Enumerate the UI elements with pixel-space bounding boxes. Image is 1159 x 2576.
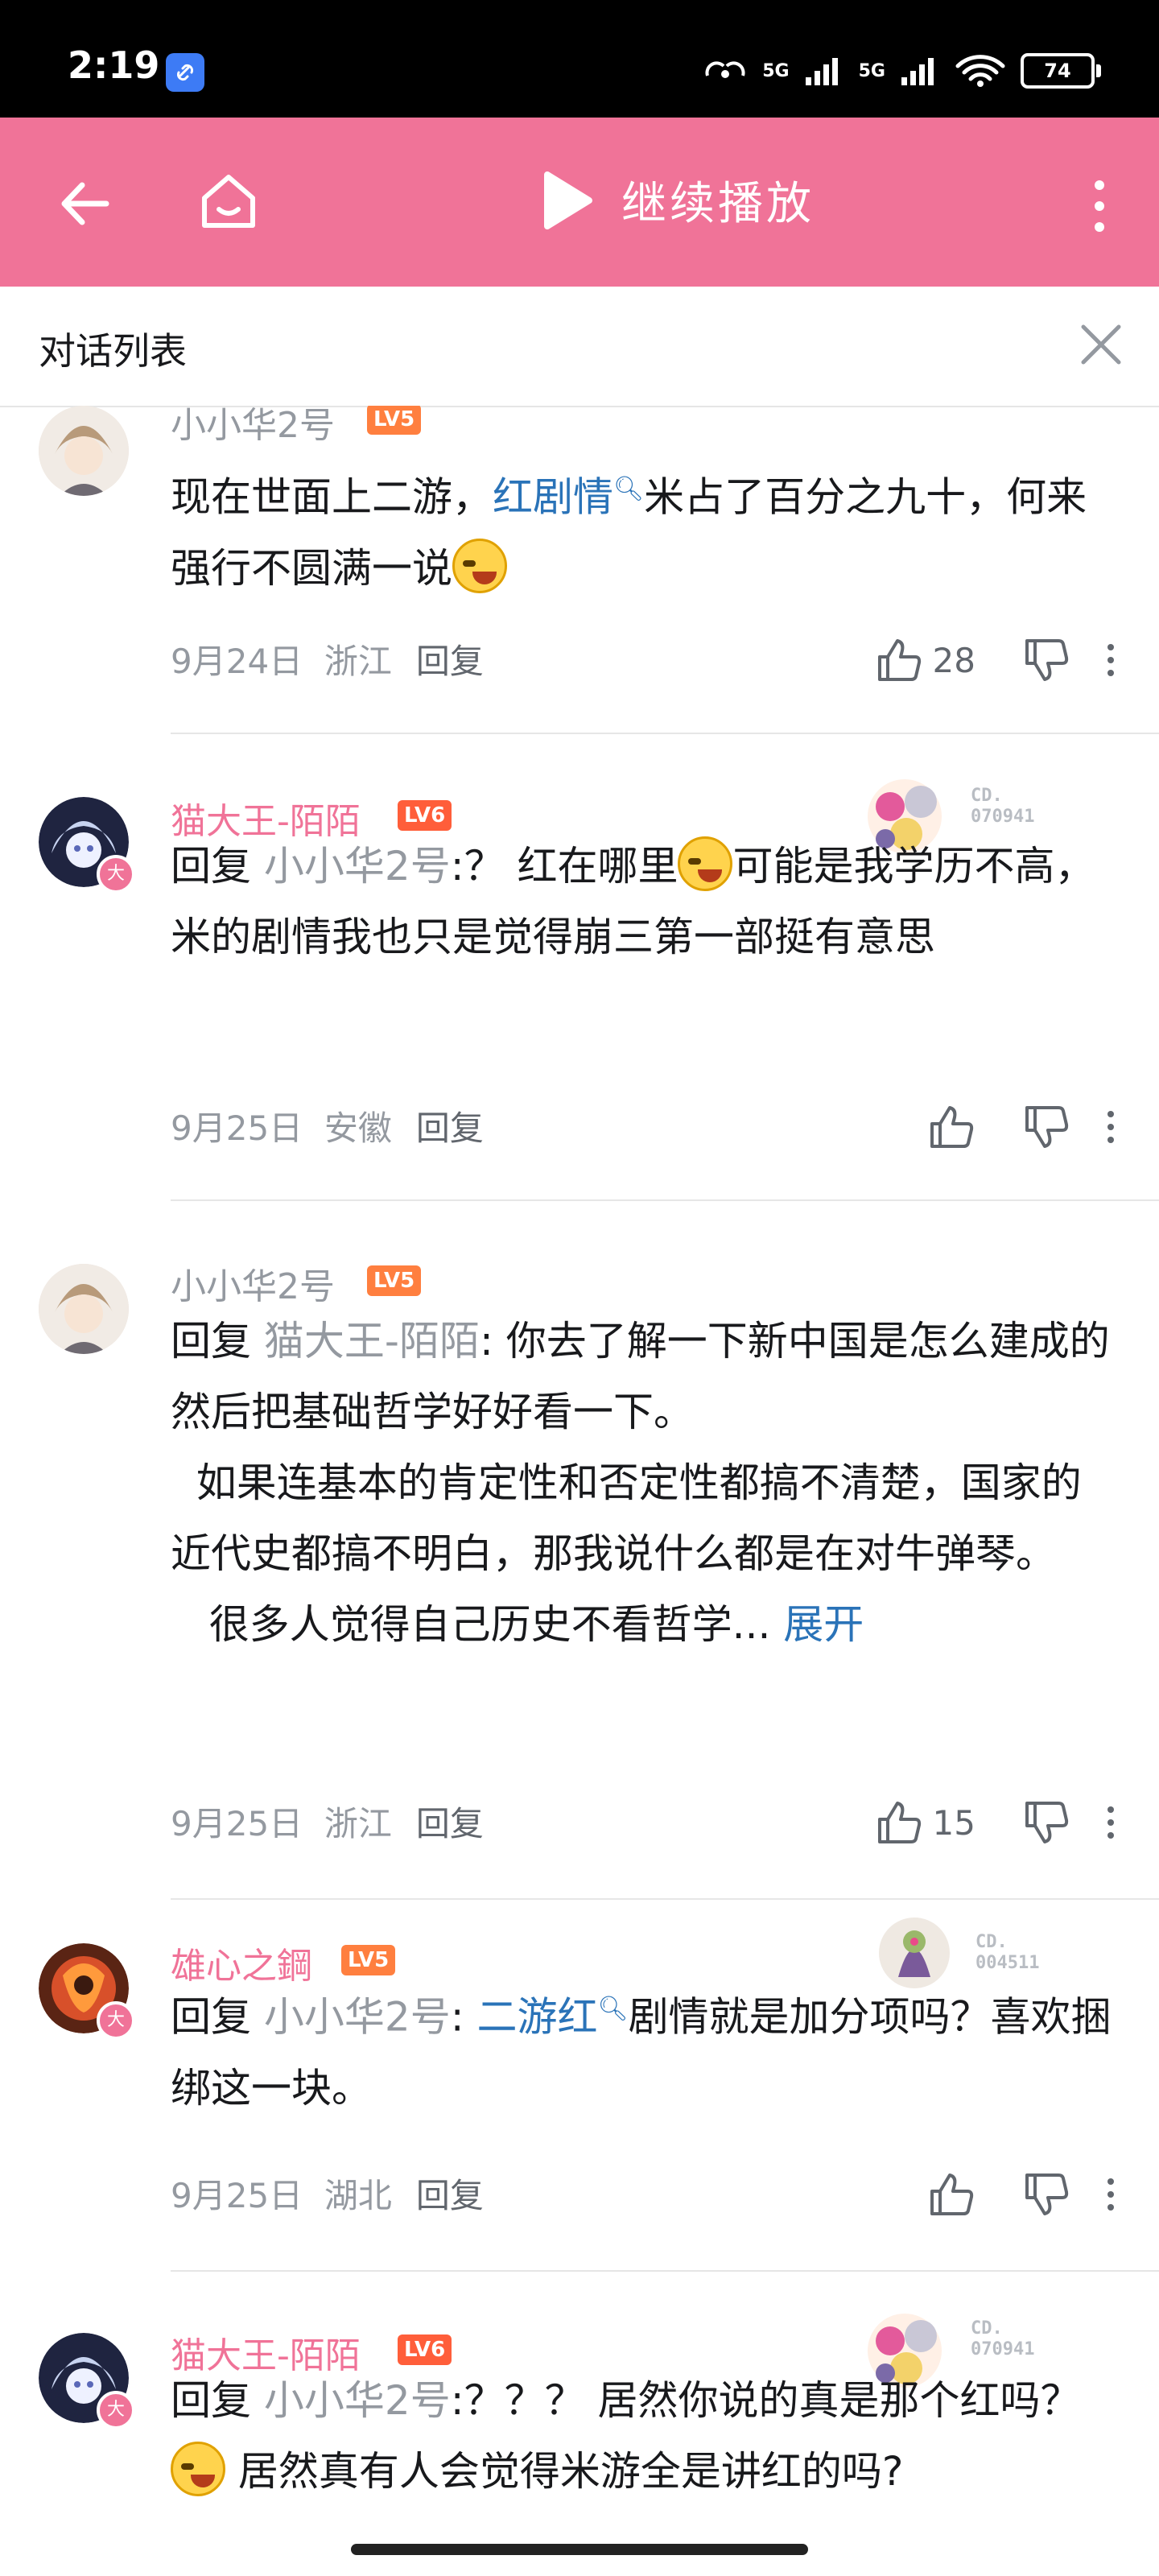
search-icon: 🔍︎ — [613, 475, 645, 503]
laugh-emoji-icon — [678, 836, 733, 891]
signal-icon-1 — [805, 58, 838, 85]
level-badge: LV5 — [367, 406, 422, 435]
comment-meta: 9月25日 安徽 回复 — [171, 1108, 484, 1148]
username[interactable]: 小小华2号 — [171, 1257, 335, 1309]
like-icon[interactable] — [875, 1798, 923, 1847]
laugh-emoji-icon — [171, 2442, 225, 2496]
comment-list[interactable]: 小小华2号 LV5 现在世面上二游，红剧情🔍︎米占了百分之九十，何来强行不圆满一… — [0, 406, 1159, 2576]
reply-mention[interactable]: 小小华2号 — [264, 1994, 451, 2041]
more-options-icon[interactable] — [1101, 636, 1120, 684]
status-bar: 2:19 5G 5G 74 — [0, 0, 1159, 118]
reply-button[interactable]: 回复 — [416, 1804, 484, 1843]
wifi-icon — [955, 55, 1005, 87]
keyword-link[interactable]: 红剧情 — [493, 474, 613, 521]
close-icon[interactable] — [1075, 319, 1127, 370]
dislike-icon[interactable] — [1022, 1103, 1070, 1151]
panel-title: 对话列表 — [39, 329, 187, 373]
conversation-panel-header: 对话列表 — [0, 287, 1159, 407]
expand-link[interactable]: 展开 — [783, 1601, 864, 1648]
comment-actions — [927, 2170, 1120, 2219]
like-icon[interactable] — [875, 636, 923, 684]
avatar-badge: 大 — [97, 2391, 135, 2429]
signal-icon-2 — [901, 58, 934, 85]
reply-button[interactable]: 回复 — [416, 642, 484, 681]
avatar-badge: 大 — [97, 2001, 135, 2040]
divider — [171, 1199, 1159, 1201]
level-badge: LV5 — [341, 1945, 396, 1975]
keyword-link[interactable]: 二游红 — [476, 1994, 597, 2041]
divider — [171, 733, 1159, 734]
comment-text: 现在世面上二游，红剧情🔍︎米占了百分之九十，何来强行不圆满一说 — [171, 473, 1087, 593]
comment-actions — [927, 1103, 1120, 1151]
dislike-icon[interactable] — [1022, 636, 1070, 684]
comment-meta: 9月25日 浙江 回复 — [171, 1804, 484, 1843]
back-arrow-icon[interactable] — [56, 175, 113, 232]
like-count: 28 — [932, 640, 975, 680]
fan-badge-code: CD. 070941 — [971, 2318, 1035, 2359]
comment-text: 回复 小小华2号:？ 红在哪里 可能是我学历不高，米的剧情我也只是觉得崩三第一部挺… — [171, 831, 1120, 972]
more-menu-icon[interactable] — [1083, 174, 1116, 238]
comment-text: 回复 小小华2号:？？？ 居然你说的真是那个红吗？ 居然真有人会觉得米游全是讲红… — [171, 2377, 1081, 2496]
comment-text: 回复 猫大王-陌陌: 你去了解一下新中国是怎么建成的然后把基础哲学好好看一下。 … — [171, 1318, 1110, 1648]
fan-badge-code: CD. 070941 — [971, 786, 1035, 827]
top-bar: 继续播放 — [0, 118, 1159, 287]
dislike-icon[interactable] — [1022, 2170, 1070, 2219]
avatar-badge: 大 — [97, 855, 135, 894]
level-badge: LV6 — [398, 800, 452, 831]
continue-play-label: 继续播放 — [621, 178, 815, 230]
status-indicators: 5G 5G 74 — [703, 47, 1101, 95]
comment-actions: 28 — [875, 636, 1120, 684]
reply-mention[interactable]: 猫大王-陌陌 — [264, 1318, 480, 1364]
comment-text: 回复 小小华2号: 二游红🔍︎剧情就是加分项吗？喜欢捆绑这一块。 — [171, 1993, 1112, 2112]
play-icon — [544, 171, 592, 229]
level-badge: LV5 — [367, 1265, 422, 1296]
like-count: 15 — [932, 1802, 975, 1843]
avatar[interactable] — [39, 406, 129, 496]
reply-button[interactable]: 回复 — [416, 2176, 484, 2215]
reply-button[interactable]: 回复 — [416, 1108, 484, 1148]
more-options-icon[interactable] — [1101, 1103, 1120, 1151]
fan-badge-code: CD. 004511 — [975, 1932, 1040, 1973]
more-options-icon[interactable] — [1101, 2170, 1120, 2219]
hotspot-icon — [705, 61, 745, 78]
avatar[interactable] — [39, 1264, 129, 1354]
dislike-icon[interactable] — [1022, 1798, 1070, 1847]
comment-meta: 9月24日 浙江 回复 — [171, 642, 484, 681]
network-label-2: 5G — [858, 60, 885, 81]
home-icon[interactable] — [196, 169, 261, 233]
home-indicator[interactable] — [351, 2544, 808, 2555]
laugh-emoji-icon — [452, 538, 507, 593]
like-icon[interactable] — [927, 1103, 975, 1151]
reply-mention[interactable]: 小小华2号 — [264, 2377, 451, 2424]
battery-indicator: 74 — [1021, 53, 1101, 89]
username[interactable]: 小小华2号 — [171, 406, 335, 448]
more-options-icon[interactable] — [1101, 1798, 1120, 1847]
comment-meta: 9月25日 湖北 回复 — [171, 2176, 484, 2215]
level-badge: LV6 — [398, 2334, 452, 2365]
reply-mention[interactable]: 小小华2号 — [264, 843, 451, 890]
search-icon: 🔍︎ — [597, 1995, 629, 2023]
status-time: 2:19 — [68, 43, 160, 87]
continue-play-button[interactable]: 继续播放 — [541, 167, 815, 233]
divider — [171, 2270, 1159, 2272]
link-app-icon — [166, 53, 204, 92]
like-icon[interactable] — [927, 2170, 975, 2219]
network-label-1: 5G — [762, 60, 790, 81]
divider — [171, 1898, 1159, 1900]
comment-actions: 15 — [875, 1798, 1120, 1847]
